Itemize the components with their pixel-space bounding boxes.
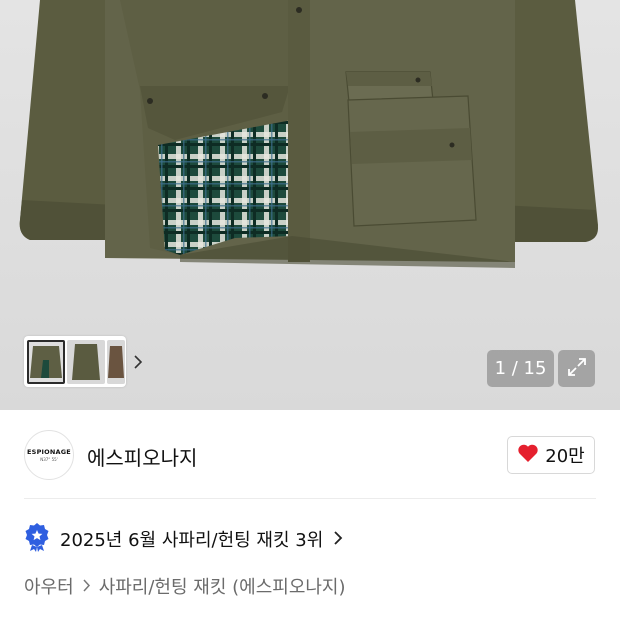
breadcrumb-item-category[interactable]: 아우터 [24,573,74,599]
product-image-gallery[interactable]: 1 / 15 [0,0,620,410]
breadcrumb-item-subcategory[interactable]: 사파리/헌팅 재킷 (에스피오나지) [99,573,346,599]
brand-logo[interactable]: ESPIONAGE N37° 55' [24,430,74,480]
thumbnail-1[interactable] [27,339,65,384]
thumbnail-3[interactable] [107,339,125,384]
like-count: 20만 [545,446,585,467]
chevron-right-icon [82,576,91,597]
chevron-right-icon [333,530,343,549]
brand-name-link[interactable]: 에스피오나지 [87,442,197,471]
section-divider [24,498,596,499]
ranking-link[interactable]: 2025년 6월 사파리/헌팅 재킷 3위 [24,523,343,555]
expand-icon [567,357,587,381]
ranking-badge-icon [24,522,50,556]
ranking-text: 2025년 6월 사파리/헌팅 재킷 3위 [60,530,324,551]
heart-icon [517,443,539,467]
breadcrumb: 아우터 사파리/헌팅 재킷 (에스피오나지) [24,573,346,599]
brand-row: ESPIONAGE N37° 55' 에스피오나지 20만 [0,412,620,498]
brand-logo-subtext: N37° 55' [40,457,58,462]
thumbnail-strip[interactable] [24,336,143,387]
thumbnail-2[interactable] [67,339,105,384]
image-counter: 1 / 15 [487,350,554,387]
chevron-right-icon[interactable] [133,354,143,369]
brand-logo-text: ESPIONAGE [27,448,71,456]
like-button[interactable]: 20만 [507,436,595,474]
expand-button[interactable] [558,350,595,387]
